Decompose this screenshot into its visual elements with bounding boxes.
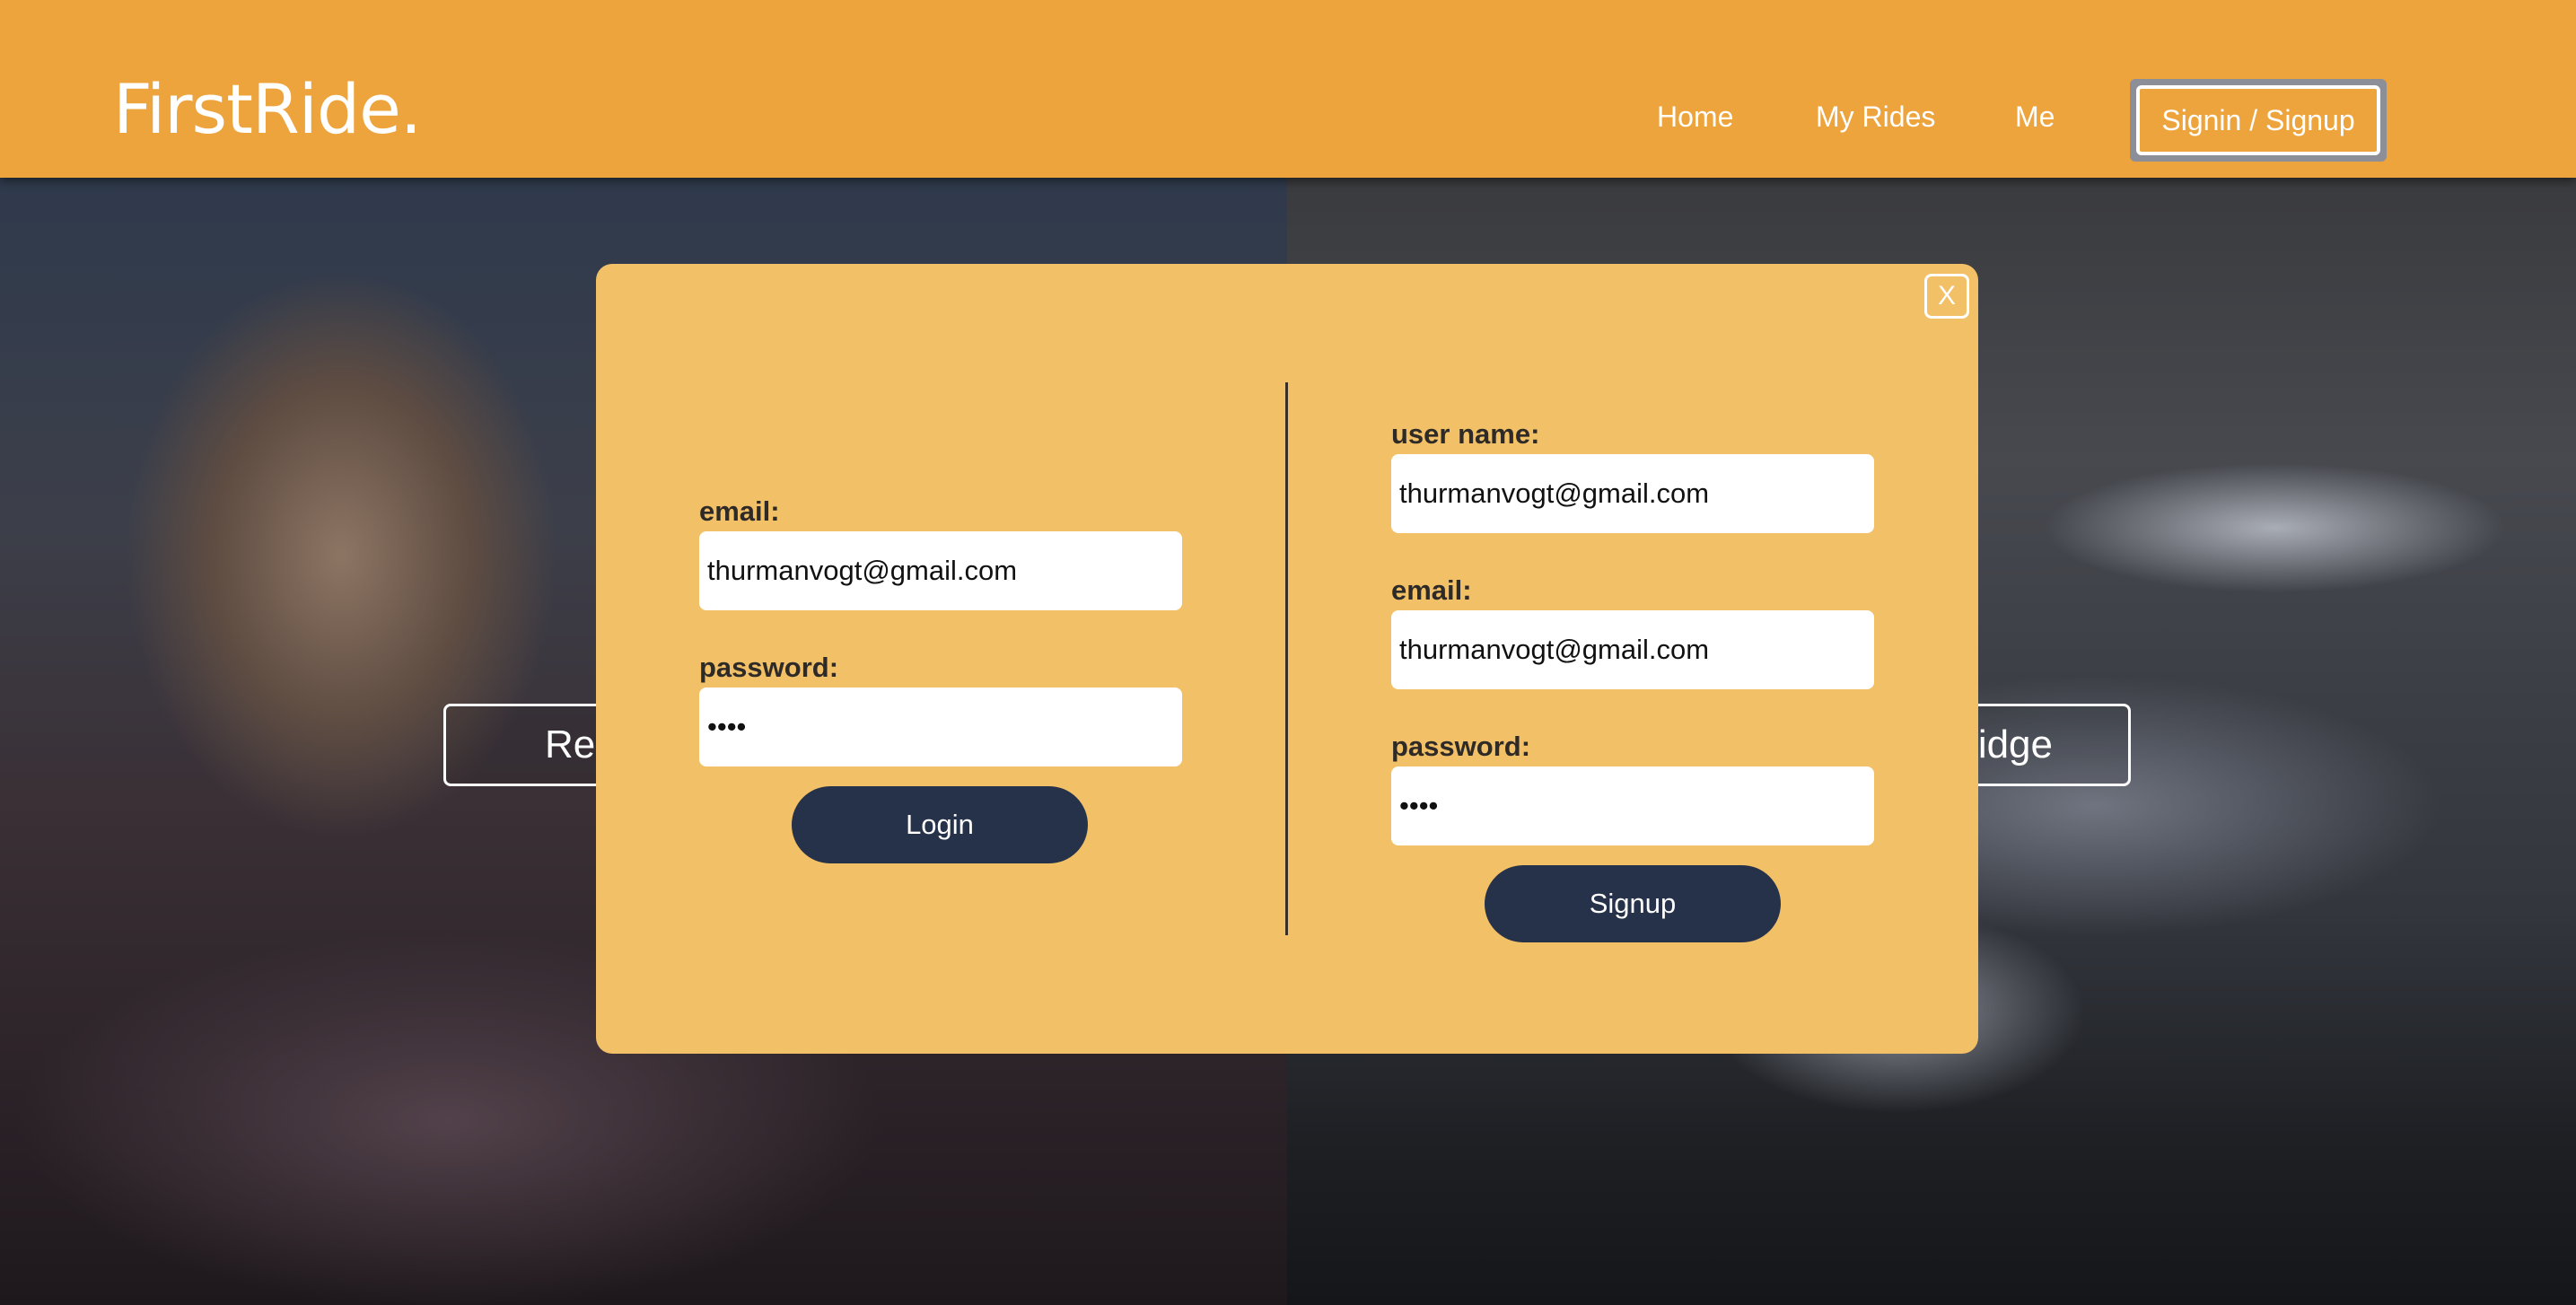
nav-my-rides-link[interactable]: My Rides	[1816, 102, 1935, 131]
login-email-input[interactable]: thurmanvogt@gmail.com	[699, 531, 1182, 610]
page: Re idge FirstRide. Home My Rides Me Sign…	[0, 0, 2576, 1305]
brand-logo[interactable]: FirstRide.	[113, 75, 422, 144]
login-password-label: password:	[699, 652, 839, 683]
signup-email-input[interactable]: thurmanvogt@gmail.com	[1391, 610, 1874, 689]
signup-username-input[interactable]: thurmanvogt@gmail.com	[1391, 454, 1874, 533]
signin-signup-button[interactable]: Signin / Signup	[2136, 85, 2380, 155]
signup-email-label: email:	[1391, 574, 1472, 606]
nav-me-link[interactable]: Me	[2015, 102, 2055, 131]
signup-button[interactable]: Signup	[1485, 865, 1781, 942]
login-password-input[interactable]: ••••	[699, 688, 1182, 766]
navbar: FirstRide. Home My Rides Me Signin / Sig…	[0, 0, 2576, 178]
signin-focus-ring: Signin / Signup	[2130, 79, 2387, 162]
login-email-label: email:	[699, 495, 780, 527]
signup-password-label: password:	[1391, 731, 1531, 762]
close-button[interactable]: X	[1924, 274, 1969, 319]
nav-home-link[interactable]: Home	[1657, 102, 1733, 131]
column-divider	[1285, 382, 1288, 935]
login-button[interactable]: Login	[792, 786, 1088, 863]
auth-modal: X email: thurmanvogt@gmail.com password:…	[596, 264, 1978, 1054]
signup-password-input[interactable]: ••••	[1391, 766, 1874, 845]
signup-username-label: user name:	[1391, 418, 1540, 450]
